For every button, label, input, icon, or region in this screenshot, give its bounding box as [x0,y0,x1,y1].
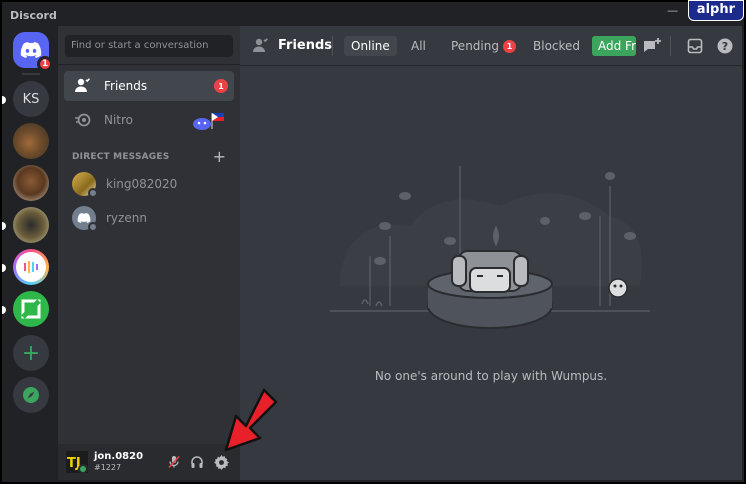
dm-name: ryzenn [106,211,147,225]
server-icon-7[interactable] [13,291,49,327]
gear-icon [213,454,229,470]
plus-icon: + [21,340,41,366]
title-bar: Discord [4,4,742,26]
user-tag: #1227 [94,463,122,472]
friends-label: Friends [104,79,148,93]
server-icon-3[interactable] [13,123,49,159]
deafen-button[interactable] [189,454,205,470]
server-list: 1 KS + [2,26,58,480]
tab-pending[interactable]: Pending 1 [444,36,523,56]
nitro-label: Nitro [104,113,134,127]
create-dm-button[interactable]: + [213,147,226,166]
sidebar-item-friends[interactable]: Friends 1 [64,71,234,101]
headphones-icon [191,456,203,468]
divider [670,36,671,56]
minimize-icon[interactable]: — [667,4,678,17]
unread-pill [2,264,6,272]
tab-blocked[interactable]: Blocked [526,36,587,56]
unread-pill [2,96,6,104]
server-ks[interactable]: KS [13,81,49,117]
server-icon-6[interactable] [13,249,49,285]
offline-status-icon [88,222,98,232]
search-input[interactable]: Find or start a conversation [65,35,233,57]
red-arrow-annotation-icon [224,388,278,452]
avatar [72,206,98,232]
compass-icon [23,387,39,403]
tab-online[interactable]: Online [344,36,397,56]
explore-servers-button[interactable] [13,377,49,413]
offline-status-icon [88,188,98,198]
help-icon: ? [717,38,733,54]
help-button[interactable]: ? [715,36,735,56]
page-title: Friends [278,38,333,53]
nitro-wumpus-flag-icon [190,111,228,134]
avatar [72,172,98,198]
inbox-button[interactable] [685,36,705,56]
new-group-dm-button[interactable] [642,36,662,56]
friends-main-panel: Friends Online All Pending 1 Blocked Add … [240,26,742,480]
username: jon.0820 [94,451,144,462]
dm-section-header: DIRECT MESSAGES [72,152,170,162]
user-settings-button[interactable] [213,454,229,470]
wumpus-illustration [330,166,650,329]
alphr-watermark: alphr [687,0,744,21]
server-icon-5[interactable] [13,207,49,243]
nitro-icon [72,109,94,131]
tab-all[interactable]: All [404,36,433,56]
server-ks-label: KS [22,91,40,107]
user-avatar[interactable]: TJ [66,451,88,474]
square-logo-icon [21,299,41,319]
unread-pill [2,222,6,230]
inbox-icon [687,38,703,54]
dm-item-ryzenn[interactable]: ryzenn [64,203,234,233]
home-button[interactable]: 1 [13,32,53,72]
tab-pending-label: Pending [451,39,499,53]
dm-sidebar: Find or start a conversation Friends 1 N… [58,26,240,480]
server-separator [22,73,40,75]
app-title: Discord [10,8,57,22]
friends-icon [252,38,270,58]
search-placeholder: Find or start a conversation [71,40,209,51]
dm-item-king082020[interactable]: king082020 [64,169,234,199]
friends-badge: 1 [214,79,228,93]
server-icon-4[interactable] [13,165,49,201]
divider [58,64,240,65]
discord-logo-icon [20,42,42,58]
add-friend-button[interactable]: Add Friend [592,36,636,56]
sidebar-item-nitro[interactable]: Nitro [64,105,234,135]
discord-default-avatar-icon [77,213,91,223]
add-server-button[interactable]: + [13,335,49,371]
app-window: Discord — ☐ 1 KS + [0,0,746,484]
pending-badge: 1 [502,40,516,53]
mute-microphone-button[interactable] [166,454,182,470]
user-panel: TJ jon.0820 #1227 [58,444,240,480]
friends-icon [72,75,94,97]
dm-name: king082020 [106,177,178,191]
empty-state-text: No one's around to play with Wumpus. [374,369,608,383]
microphone-muted-icon [168,455,180,469]
unread-pill [2,306,6,314]
svg-text:?: ? [722,40,728,53]
top-bar: Friends Online All Pending 1 Blocked Add … [240,26,742,66]
bars-icon [16,252,46,282]
chat-plus-icon [644,38,661,52]
home-badge: 1 [37,56,53,72]
divider [332,36,333,56]
